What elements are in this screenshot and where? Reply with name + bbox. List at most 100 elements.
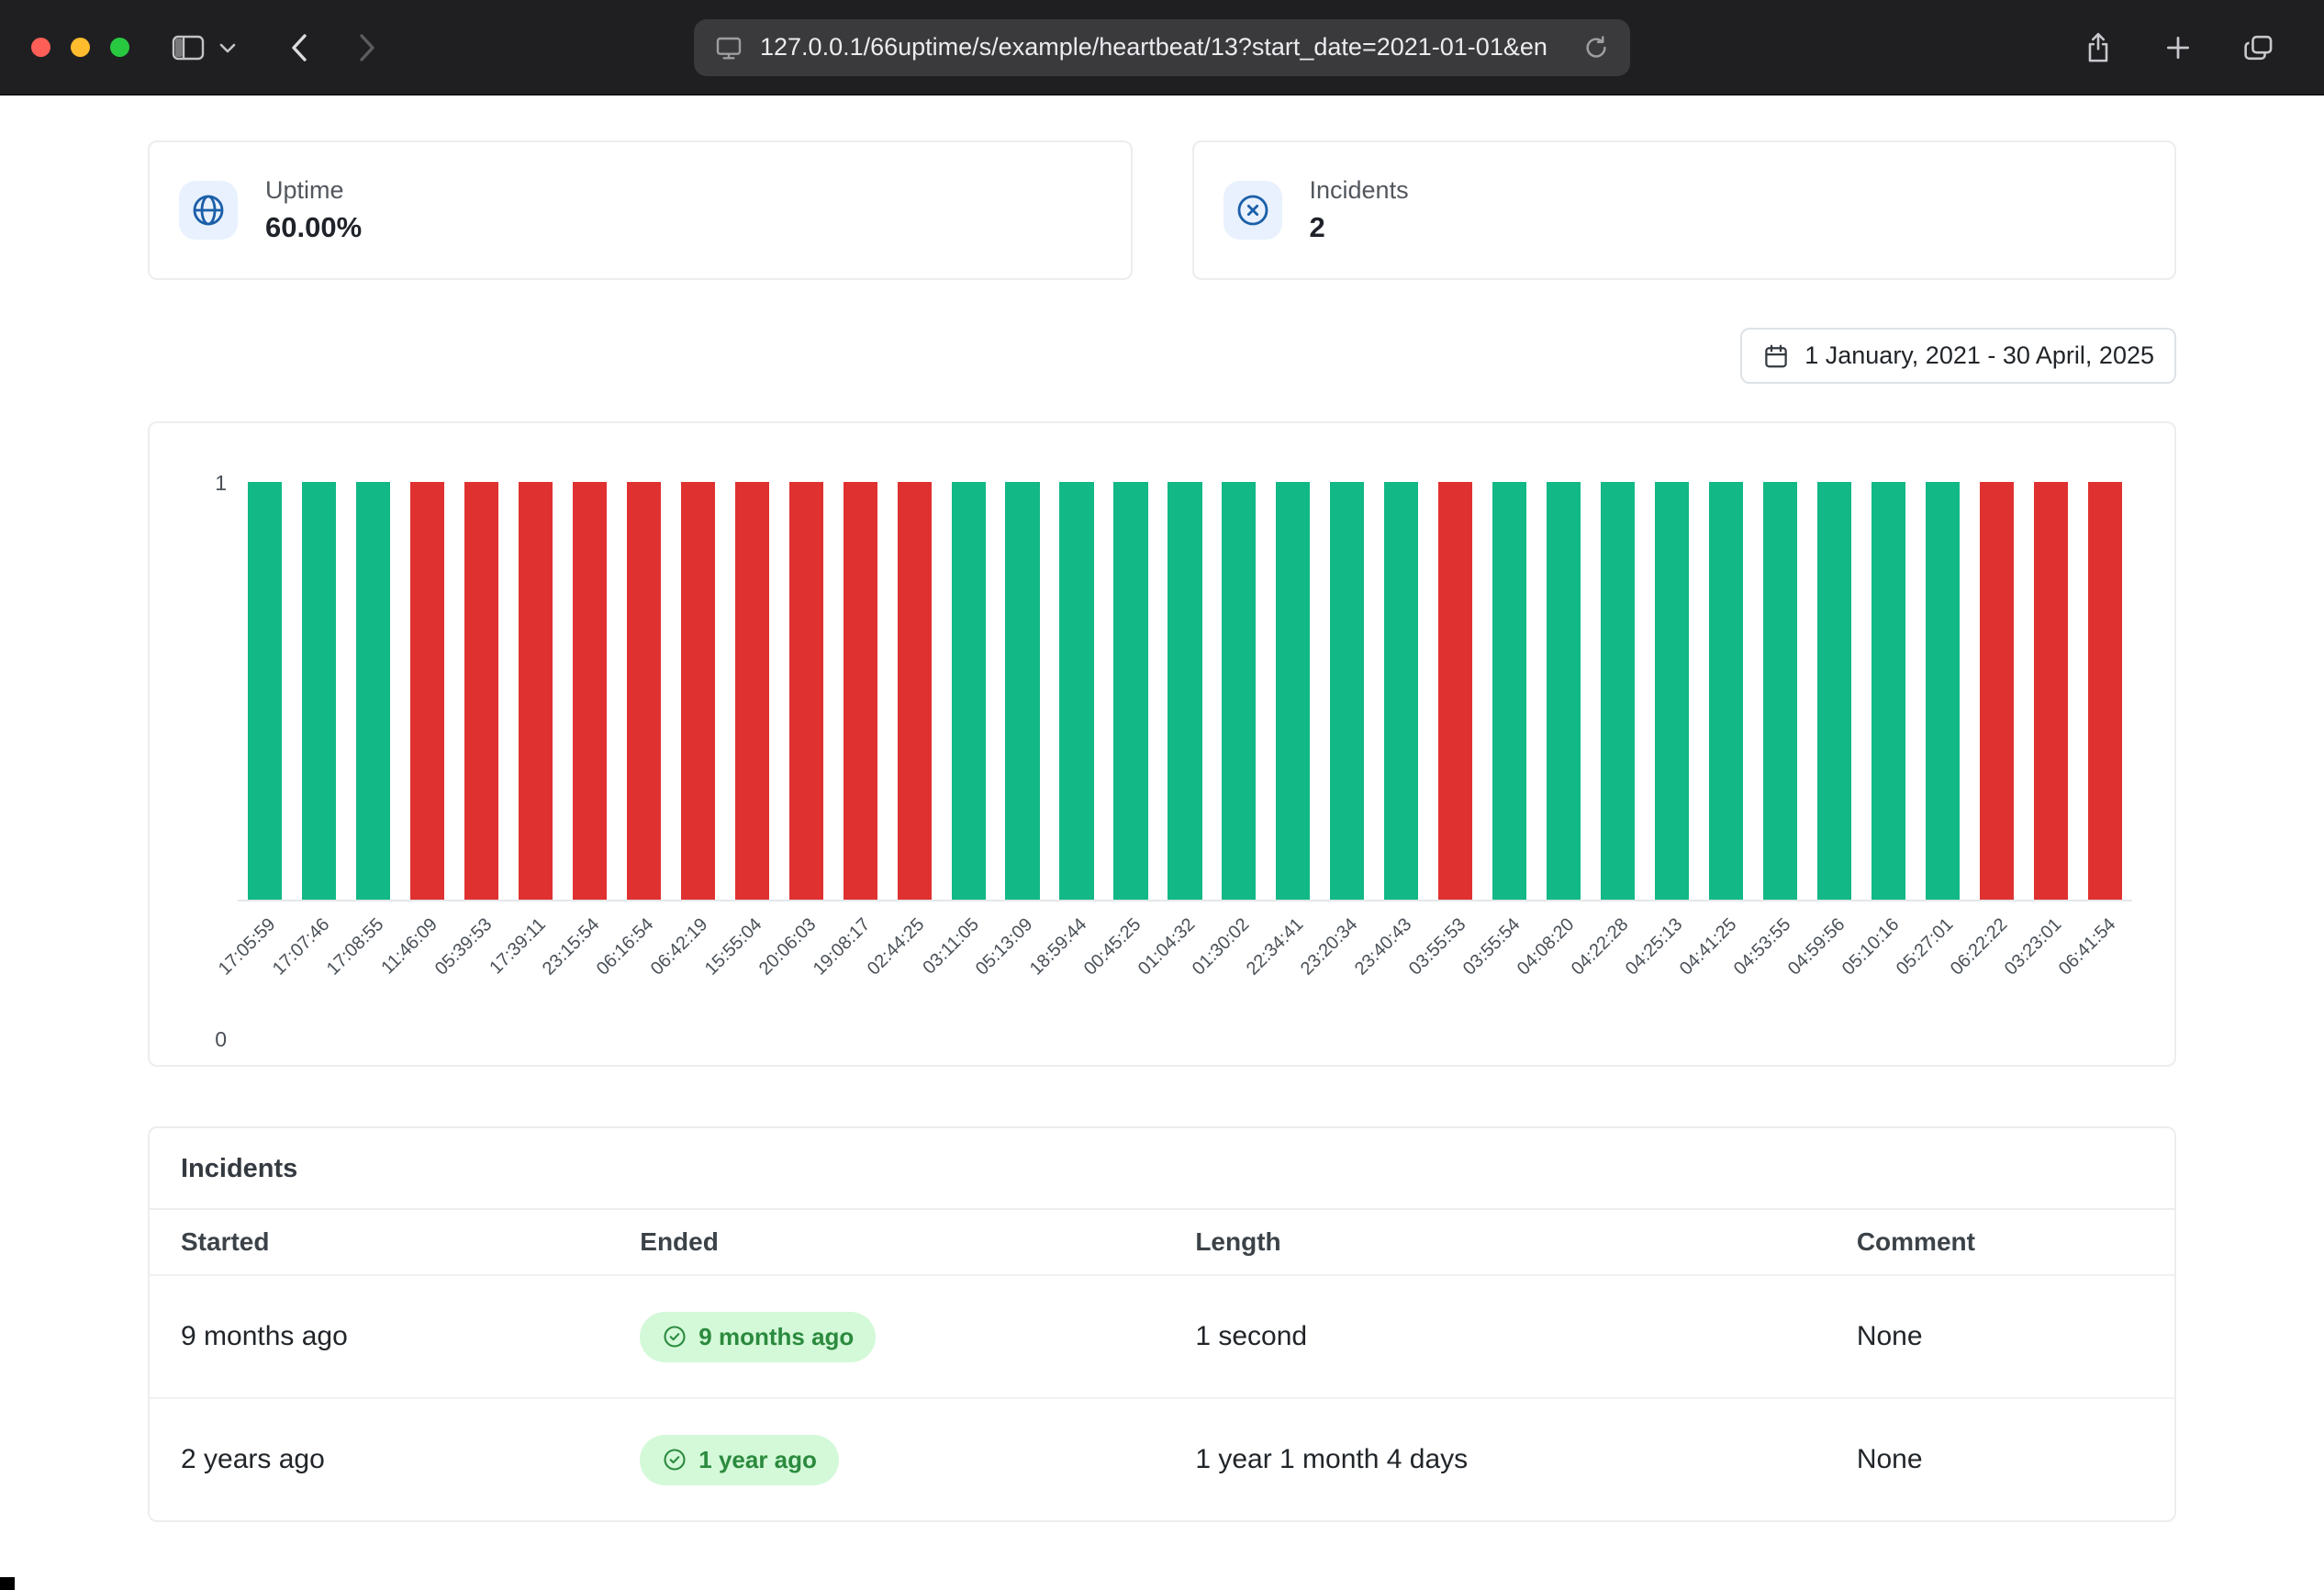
heartbeat-bar-up[interactable] bbox=[302, 482, 336, 900]
heartbeat-bar-down[interactable] bbox=[681, 482, 715, 900]
x-circle-icon bbox=[1223, 181, 1282, 240]
heartbeat-chart: 1 0 17:05:5917:07:4617:08:5511:46:0905:3… bbox=[238, 482, 2132, 1041]
incident-row: 9 months ago9 months ago1 secondNone bbox=[150, 1274, 2174, 1397]
traffic-light-zoom[interactable] bbox=[110, 38, 129, 57]
heartbeat-bar-down[interactable] bbox=[2034, 482, 2068, 900]
incidents-title: Incidents bbox=[150, 1128, 2174, 1208]
bar-column bbox=[1753, 482, 1807, 900]
ended-badge-label: 9 months ago bbox=[698, 1323, 854, 1351]
heartbeat-bar-up[interactable] bbox=[1276, 482, 1310, 900]
column-header-ended: Ended bbox=[640, 1227, 1195, 1257]
website-settings-icon[interactable] bbox=[714, 33, 743, 62]
screen-artifact bbox=[0, 1577, 15, 1590]
traffic-light-close[interactable] bbox=[31, 38, 50, 57]
heartbeat-bar-up[interactable] bbox=[248, 482, 282, 900]
heartbeat-bar-up[interactable] bbox=[1059, 482, 1093, 900]
nav-buttons bbox=[289, 32, 377, 63]
heartbeat-bar-down[interactable] bbox=[519, 482, 553, 900]
bar-column bbox=[833, 482, 888, 900]
heartbeat-bar-up[interactable] bbox=[952, 482, 986, 900]
uptime-label: Uptime bbox=[265, 176, 362, 205]
address-bar[interactable]: 127.0.0.1/66uptime/s/example/heartbeat/1… bbox=[694, 19, 1630, 76]
heartbeat-bar-down[interactable] bbox=[898, 482, 932, 900]
browser-toolbar: 127.0.0.1/66uptime/s/example/heartbeat/1… bbox=[0, 0, 2324, 95]
bar-column bbox=[1645, 482, 1699, 900]
column-header-started: Started bbox=[181, 1227, 640, 1257]
bar-column bbox=[1374, 482, 1428, 900]
reload-icon[interactable] bbox=[1582, 34, 1610, 62]
heartbeat-bar-up[interactable] bbox=[1817, 482, 1851, 900]
heartbeat-bar-down[interactable] bbox=[410, 482, 444, 900]
heartbeat-bar-down[interactable] bbox=[789, 482, 823, 900]
incident-started: 9 months ago bbox=[181, 1321, 640, 1352]
bar-column bbox=[238, 482, 292, 900]
heartbeat-bar-up[interactable] bbox=[1222, 482, 1256, 900]
heartbeat-bar-up[interactable] bbox=[356, 482, 390, 900]
incident-length: 1 year 1 month 4 days bbox=[1195, 1444, 1857, 1475]
heartbeat-bar-up[interactable] bbox=[1601, 482, 1635, 900]
bar-column bbox=[292, 482, 346, 900]
new-tab-icon[interactable] bbox=[2164, 34, 2192, 62]
bar-column bbox=[2078, 482, 2132, 900]
check-circle-icon bbox=[662, 1447, 687, 1472]
bar-column bbox=[888, 482, 942, 900]
incident-comment: None bbox=[1857, 1321, 2143, 1352]
incident-comment: None bbox=[1857, 1444, 2143, 1475]
bar-column bbox=[779, 482, 833, 900]
heartbeat-bar-down[interactable] bbox=[627, 482, 661, 900]
heartbeat-bar-down[interactable] bbox=[464, 482, 498, 900]
heartbeat-bar-up[interactable] bbox=[1492, 482, 1526, 900]
heartbeat-bar-down[interactable] bbox=[1438, 482, 1472, 900]
heartbeat-bar-down[interactable] bbox=[1980, 482, 2014, 900]
traffic-light-minimize[interactable] bbox=[71, 38, 90, 57]
chart-x-labels: 17:05:5917:07:4617:08:5511:46:0905:39:53… bbox=[238, 901, 2132, 1041]
heartbeat-bar-up[interactable] bbox=[1547, 482, 1581, 900]
heartbeat-chart-card: 1 0 17:05:5917:07:4617:08:5511:46:0905:3… bbox=[148, 421, 2176, 1067]
y-tick-bottom: 0 bbox=[190, 1027, 227, 1052]
tab-overview-icon[interactable] bbox=[2243, 33, 2274, 62]
x-tick-label: 17:05:59 bbox=[214, 914, 279, 980]
heartbeat-bar-up[interactable] bbox=[1871, 482, 1905, 900]
heartbeat-bar-up[interactable] bbox=[1113, 482, 1147, 900]
ended-status-badge: 1 year ago bbox=[640, 1435, 839, 1485]
bar-column bbox=[1157, 482, 1212, 900]
heartbeat-bar-down[interactable] bbox=[2088, 482, 2122, 900]
date-range-button[interactable]: 1 January, 2021 - 30 April, 2025 bbox=[1740, 328, 2176, 384]
heartbeat-bar-down[interactable] bbox=[573, 482, 607, 900]
back-button[interactable] bbox=[289, 32, 309, 63]
heartbeat-bar-up[interactable] bbox=[1926, 482, 1960, 900]
heartbeat-bar-up[interactable] bbox=[1168, 482, 1201, 900]
browser-window: 127.0.0.1/66uptime/s/example/heartbeat/1… bbox=[0, 0, 2324, 1522]
heartbeat-bar-up[interactable] bbox=[1655, 482, 1689, 900]
bar-column bbox=[617, 482, 671, 900]
bar-column bbox=[400, 482, 454, 900]
toolbar-right-controls bbox=[2084, 31, 2324, 64]
globe-icon bbox=[179, 181, 238, 240]
column-header-length: Length bbox=[1195, 1227, 1857, 1257]
y-tick-top: 1 bbox=[190, 471, 227, 496]
bar-column bbox=[1536, 482, 1591, 900]
column-header-comment: Comment bbox=[1857, 1227, 2143, 1257]
sidebar-toggle-icon[interactable] bbox=[172, 34, 205, 62]
heartbeat-bar-up[interactable] bbox=[1330, 482, 1364, 900]
heartbeat-bar-up[interactable] bbox=[1709, 482, 1743, 900]
x-tick: 06:41:54 bbox=[2078, 901, 2132, 1041]
heartbeat-bar-down[interactable] bbox=[735, 482, 769, 900]
forward-button[interactable] bbox=[357, 32, 377, 63]
url-text: 127.0.0.1/66uptime/s/example/heartbeat/1… bbox=[760, 33, 1566, 62]
share-icon[interactable] bbox=[2084, 31, 2113, 64]
bar-column bbox=[1807, 482, 1861, 900]
bar-column bbox=[996, 482, 1050, 900]
bar-column bbox=[1266, 482, 1320, 900]
bar-column bbox=[1320, 482, 1374, 900]
chevron-down-icon[interactable] bbox=[219, 42, 236, 53]
heartbeat-bar-up[interactable] bbox=[1763, 482, 1797, 900]
incidents-label: Incidents bbox=[1310, 176, 1409, 205]
heartbeat-bar-down[interactable] bbox=[844, 482, 877, 900]
date-row: 1 January, 2021 - 30 April, 2025 bbox=[148, 328, 2176, 384]
ended-badge-label: 1 year ago bbox=[698, 1446, 817, 1474]
heartbeat-bar-up[interactable] bbox=[1005, 482, 1039, 900]
heartbeat-bar-up[interactable] bbox=[1384, 482, 1418, 900]
bar-column bbox=[508, 482, 563, 900]
sidebar-controls bbox=[172, 34, 236, 62]
